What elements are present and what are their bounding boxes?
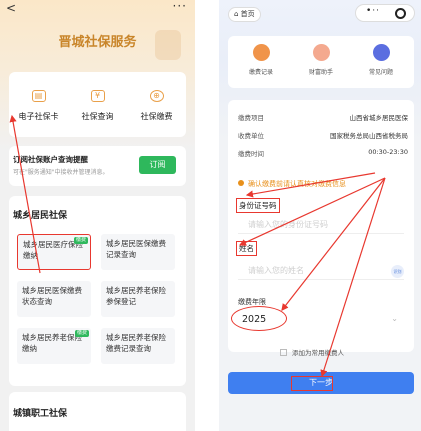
tile-label: 城乡居民医保缴费状态查询 (22, 286, 82, 306)
header-decoration-icon (155, 30, 181, 60)
tile-label: 城乡居民养老保险参保登记 (106, 286, 166, 306)
quick-label: 财富助手 (308, 69, 333, 76)
left-top-bar: < ··· (0, 0, 195, 18)
info-row-time: 缴费时间 00:30-23:30 (238, 148, 408, 158)
info-label: 缴费时间 (238, 150, 264, 158)
tile-pension-pay[interactable]: 城乡居民养老保险缴纳 缴费 (17, 328, 91, 364)
service-label: 电子社保卡 (18, 112, 59, 121)
info-label: 收费单位 (238, 132, 264, 140)
faq-icon (372, 44, 390, 61)
tile-pension-registration[interactable]: 城乡居民养老保险参保登记 (101, 281, 175, 317)
service-label: 社保缴费 (140, 112, 173, 121)
tile-medical-record-query[interactable]: 城乡居民医保缴费记录查询 (101, 234, 175, 270)
section-heading: 城乡居民社保 (13, 211, 68, 221)
tile-pension-record-query[interactable]: 城乡居民养老保险缴费记录查询 (101, 328, 175, 364)
scan-recognize-icon[interactable]: 识别 (391, 265, 404, 278)
notice-text: 确认缴费前请认真核对缴费信息 (238, 179, 346, 189)
payment-records-icon (252, 44, 270, 61)
notice-label: 确认缴费前请认真核对缴费信息 (248, 180, 346, 188)
info-value: 00:30-23:30 (368, 148, 408, 156)
tile-medical-insurance-pay[interactable]: 城乡居民医疗保险缴纳 缴费 (17, 234, 91, 270)
quick-payment-records[interactable]: 缴费记录 (231, 44, 291, 76)
name-label: 姓名 (236, 241, 257, 256)
back-icon[interactable]: < (6, 1, 16, 15)
close-target-icon[interactable] (395, 8, 406, 19)
pay-badge: 缴费 (74, 330, 89, 337)
next-annotation-box (291, 376, 333, 391)
info-value: 山西省城乡居民医保 (349, 114, 409, 122)
subscribe-button[interactable]: 订阅 (139, 156, 176, 174)
urban-rural-section: 城乡居民社保 城乡居民医疗保险缴纳 缴费 城乡居民医保缴费记录查询 城乡居民医保… (9, 196, 186, 386)
chevron-down-icon[interactable]: ⌄ (391, 314, 398, 323)
add-common-label: 添加为常用缴费人 (292, 349, 344, 357)
quick-label: 缴费记录 (248, 69, 273, 76)
info-row-unit: 收费单位 国家税务总局山西省税务局 (238, 130, 408, 140)
more-menu-icon[interactable]: •·· (366, 6, 380, 16)
section-heading: 城镇职工社保 (13, 409, 68, 419)
add-common-payer[interactable]: 添加为常用缴费人 (280, 347, 344, 357)
quick-wealth-assistant[interactable]: 财富助手 (291, 44, 351, 76)
subscribe-title: 订阅社保账户查询提醒 (13, 155, 88, 164)
payment-form-card: 缴费项目 山西省城乡居民医保 收费单位 国家税务总局山西省税务局 缴费时间 00… (228, 100, 414, 357)
info-row-item: 缴费项目 山西省城乡居民医保 (238, 112, 408, 122)
home-button[interactable]: ⌂ 首页 (228, 7, 261, 22)
more-menu-icon[interactable]: ··· (173, 0, 187, 13)
card-icon: ▤ (31, 90, 46, 102)
pay-badge: 缴费 (73, 237, 88, 244)
id-number-input[interactable]: 请输入您的身份证号码 (238, 216, 404, 234)
subscribe-subtitle: 可在"服务通知"中接收并管理消息。 (13, 169, 109, 176)
info-label: 缴费项目 (238, 114, 264, 122)
yuan-shield-icon: ¥ (90, 90, 105, 102)
wealth-assistant-icon (312, 44, 330, 61)
tile-medical-status-query[interactable]: 城乡居民医保缴费状态查询 (17, 281, 91, 317)
service-label: 社保查询 (81, 112, 114, 121)
coin-icon: ⊕ (149, 90, 164, 102)
service-query[interactable]: ¥ 社保查询 (68, 90, 127, 122)
checkbox[interactable] (280, 349, 287, 356)
right-screen: ⌂ 首页 •·· 缴费记录 财富助手 常见问题 缴费项目 山西省城乡居民医保 收… (219, 0, 421, 431)
name-input[interactable]: 请输入您的姓名 (238, 262, 404, 280)
tile-label: 城乡居民养老保险缴费记录查询 (106, 333, 166, 353)
quick-actions: 缴费记录 财富助手 常见问题 (228, 36, 414, 88)
service-e-card[interactable]: ▤ 电子社保卡 (9, 90, 68, 122)
employee-section: 城镇职工社保 (9, 392, 186, 431)
service-payment[interactable]: ⊕ 社保缴费 (127, 90, 186, 122)
quick-label: 常见问题 (368, 69, 393, 76)
left-screen: < ··· 晋城社保服务 ▤ 电子社保卡 ¥ 社保查询 ⊕ 社保缴费 订阅社保账… (0, 0, 195, 431)
miniprogram-capsule: •·· (355, 4, 415, 22)
subscribe-card: 订阅社保账户查询提醒 可在"服务通知"中接收并管理消息。 订阅 (9, 146, 186, 186)
tile-label: 城乡居民医保缴费记录查询 (106, 239, 166, 259)
year-select[interactable]: 2025 (242, 314, 266, 325)
id-number-label: 身份证号码 (236, 198, 280, 213)
quick-faq[interactable]: 常见问题 (351, 44, 411, 76)
notice-dot-icon (238, 180, 244, 186)
info-value: 国家税务总局山西省税务局 (330, 132, 408, 140)
service-card: ▤ 电子社保卡 ¥ 社保查询 ⊕ 社保缴费 (9, 72, 186, 137)
